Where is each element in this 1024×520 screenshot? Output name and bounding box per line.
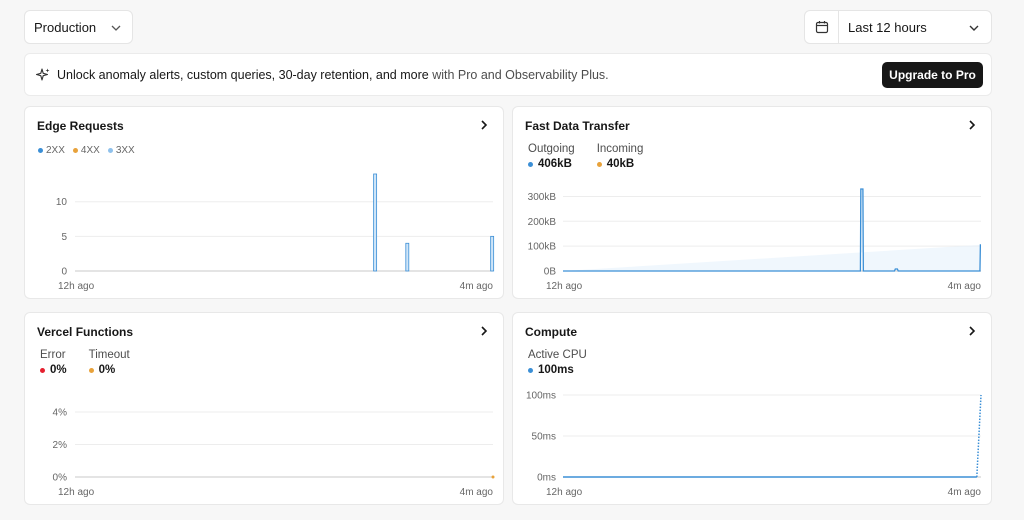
x-axis-start-label: 12h ago xyxy=(546,487,583,498)
x-axis-start-label: 12h ago xyxy=(546,281,583,292)
compute-chart: 0ms 50ms 100ms 12h ago 4m ago xyxy=(526,391,982,498)
sparkles-icon xyxy=(35,68,50,81)
chevron-down-icon xyxy=(111,25,121,31)
x-axis-end-label: 4m ago xyxy=(460,281,494,292)
x-axis-end-label: 4m ago xyxy=(460,487,494,498)
calendar-icon xyxy=(815,21,828,34)
top-bar: Production Last 12 hours xyxy=(24,10,992,44)
y-tick-label: 0ms xyxy=(537,473,556,484)
bar-2xx xyxy=(490,235,495,272)
upgrade-to-pro-button[interactable]: Upgrade to Pro xyxy=(882,62,983,88)
time-range-label: Last 12 hours xyxy=(848,19,927,35)
series-point-timeout xyxy=(491,475,495,479)
x-axis-start-label: 12h ago xyxy=(58,281,95,292)
fast-data-transfer-card[interactable]: Fast Data Transfer Outgoing 406kB Incomi… xyxy=(512,106,992,299)
y-tick-label: 100ms xyxy=(526,391,556,402)
fast-data-transfer-chart: 0B 100kB 200kB 300kB 12h ago 4m ago xyxy=(528,188,982,292)
x-axis-start-label: 12h ago xyxy=(58,487,95,498)
y-tick-label: 300kB xyxy=(528,192,557,203)
banner-text-strong: Unlock anomaly alerts, custom queries, 3… xyxy=(57,68,429,82)
banner-text: Unlock anomaly alerts, custom queries, 3… xyxy=(57,68,609,82)
edge-requests-chart: 0 5 10 12h ago 4m ago xyxy=(56,173,495,292)
banner-text-muted: with Pro and Observability Plus. xyxy=(428,68,609,82)
chevron-down-icon xyxy=(969,25,979,31)
compute-card[interactable]: Compute Active CPU 100ms 0ms 50ms 100ms 12h… xyxy=(512,312,992,505)
environment-select-label: Production xyxy=(34,19,97,35)
y-tick-label: 200kB xyxy=(528,217,557,228)
y-tick-label: 50ms xyxy=(532,432,556,443)
environment-select[interactable]: Production xyxy=(24,10,133,44)
upgrade-banner: Unlock anomaly alerts, custom queries, 3… xyxy=(24,53,992,96)
calendar-button[interactable] xyxy=(805,11,839,43)
bar-2xx xyxy=(405,242,410,272)
y-tick-label: 0% xyxy=(53,473,68,484)
bar-2xx xyxy=(373,173,378,272)
y-tick-label: 0 xyxy=(61,267,67,278)
y-tick-label: 4% xyxy=(53,408,68,419)
y-tick-label: 100kB xyxy=(528,242,557,253)
vercel-functions-chart: 0% 2% 4% 12h ago 4m ago xyxy=(53,408,495,498)
y-tick-label: 2% xyxy=(53,440,68,451)
x-axis-end-label: 4m ago xyxy=(948,281,982,292)
y-tick-label: 10 xyxy=(56,197,68,208)
edge-requests-card[interactable]: Edge Requests 2XX 4XX 3XX 0 5 10 12h ago 4m … xyxy=(24,106,504,299)
x-axis-end-label: 4m ago xyxy=(948,487,982,498)
time-range-select[interactable]: Last 12 hours xyxy=(804,10,992,44)
vercel-functions-card[interactable]: Vercel Functions Error 0% Timeout 0% 0% 2… xyxy=(24,312,504,505)
y-tick-label: 0B xyxy=(544,267,557,278)
y-tick-label: 5 xyxy=(61,232,67,243)
series-line-outgoing xyxy=(563,188,982,272)
